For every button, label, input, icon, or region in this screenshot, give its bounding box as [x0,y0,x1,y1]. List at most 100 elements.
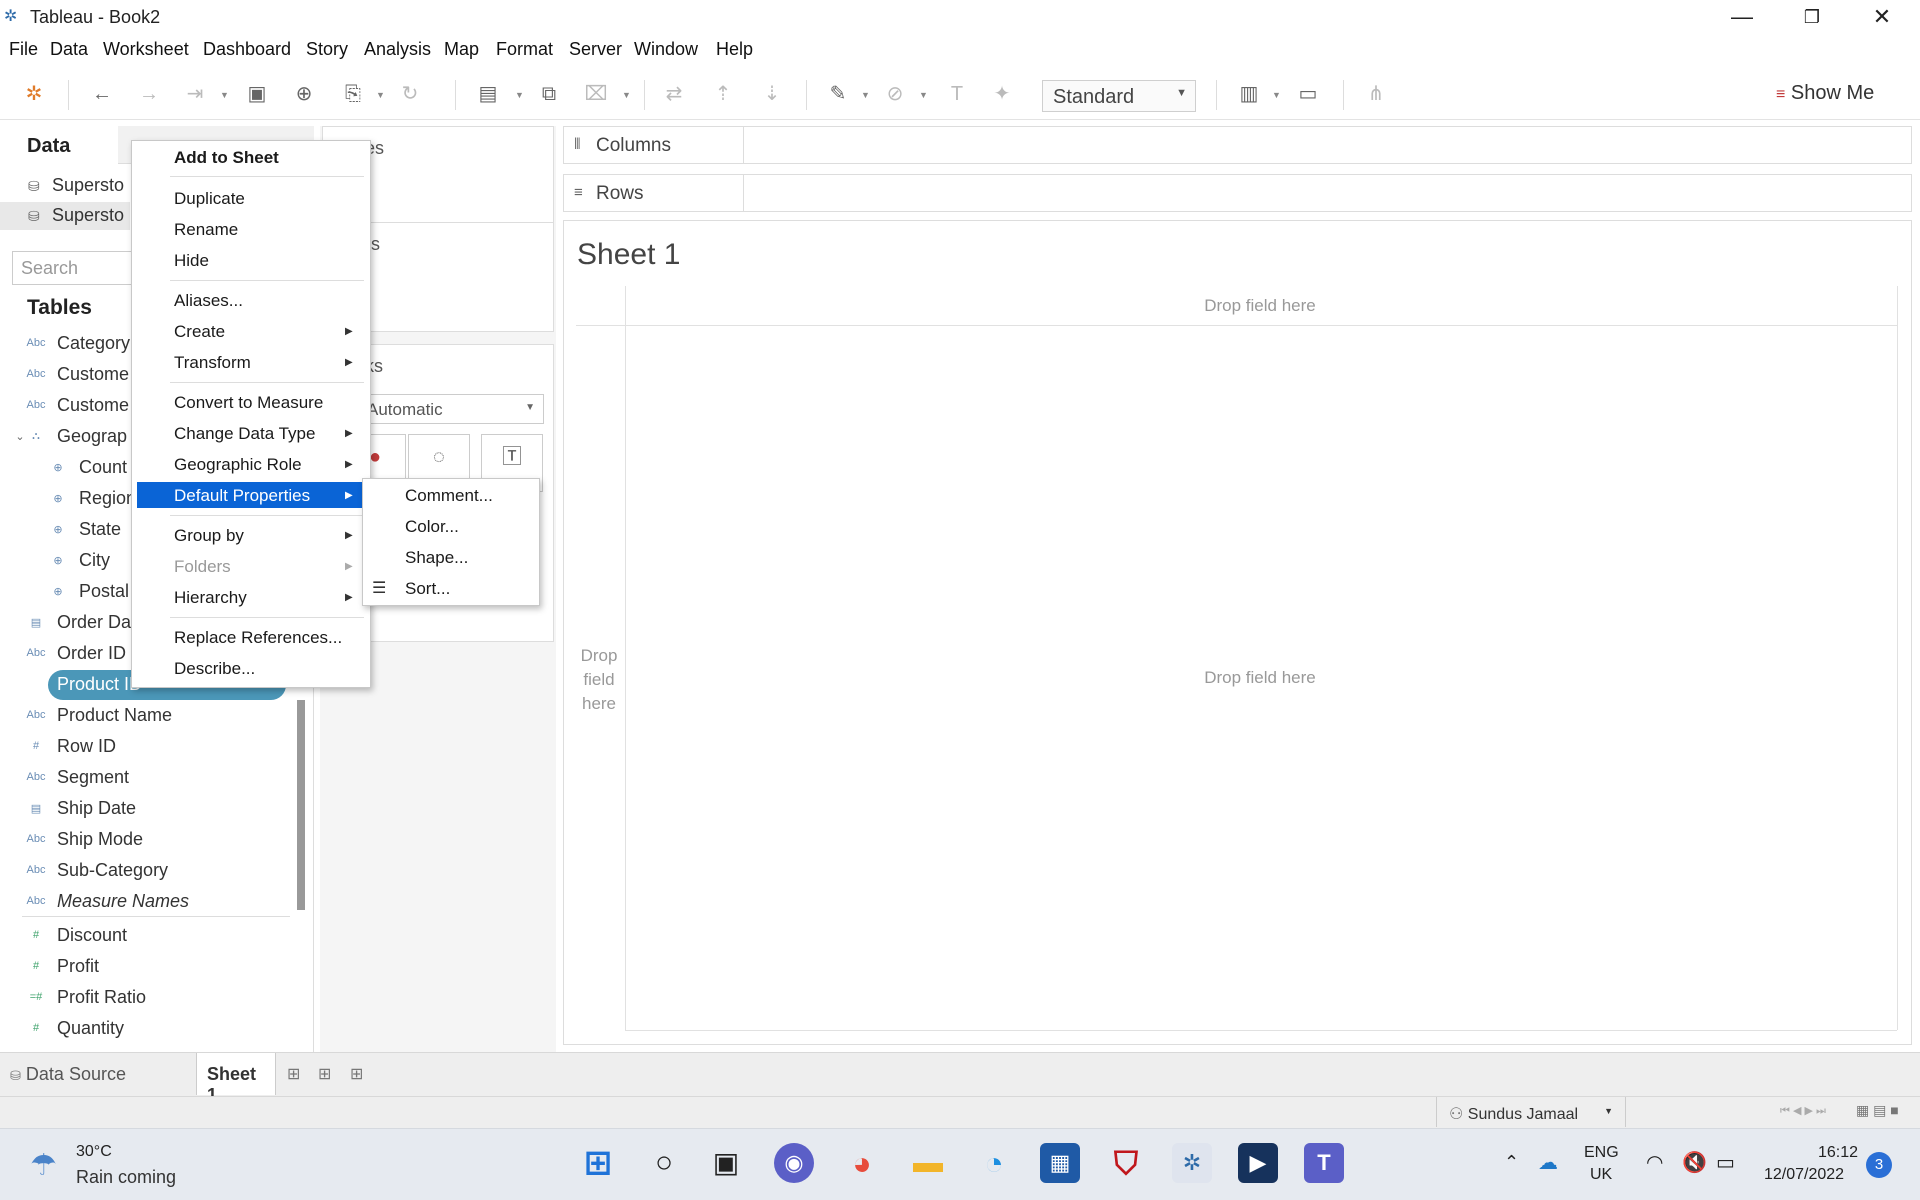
tableau-taskbar-icon[interactable]: ✲ [1172,1143,1212,1183]
datasource-item[interactable]: ⛁ Supersto [0,172,130,200]
replay-icon[interactable]: ⇥ [183,82,207,106]
weather-description[interactable]: Rain coming [76,1167,176,1188]
menu-item-create[interactable]: Create [174,322,225,350]
drop-zone-center[interactable]: Drop field here [1100,668,1420,688]
menu-dashboard[interactable]: Dashboard [203,39,291,60]
menu-help[interactable]: Help [716,39,753,60]
clear-sheet-icon[interactable]: ⌧ [584,82,608,106]
menu-analysis[interactable]: Analysis [364,39,431,60]
clock-time[interactable]: 16:12 [1818,1144,1858,1162]
submenu-item-shape[interactable]: Shape... [405,548,468,568]
submenu-item-color[interactable]: Color... [405,517,459,537]
menu-item-duplicate[interactable]: Duplicate [174,189,245,217]
sheet-title[interactable]: Sheet 1 [577,238,680,272]
minimize-button[interactable]: — [1712,0,1772,34]
clock-date[interactable]: 12/07/2022 [1764,1166,1844,1184]
group-icon[interactable]: ⊘ [883,82,907,106]
menu-item-hide[interactable]: Hide [174,251,209,279]
drop-zone-columns[interactable]: Drop field here [1100,296,1420,316]
wifi-icon[interactable]: ◠ [1646,1150,1663,1175]
pin-icon[interactable]: ✦ [990,82,1014,106]
search-icon[interactable]: ○ [644,1143,684,1183]
file-explorer-icon[interactable]: ▬ [908,1143,948,1183]
language-line-1[interactable]: ENG [1584,1144,1619,1162]
rows-shelf[interactable]: ≡ Rows [563,174,1912,212]
menu-item-geographic-role[interactable]: Geographic Role [174,455,302,483]
sort-descending-icon[interactable]: ⇣ [760,82,784,106]
menu-item-rename[interactable]: Rename [174,220,238,248]
columns-shelf[interactable]: ⦀ Columns [563,126,1912,164]
sheet-nav-icon[interactable]: ⏮ ◀ ▶ ⏭ [1780,1104,1826,1118]
onedrive-icon[interactable]: ☁ [1538,1150,1558,1175]
show-cards-icon[interactable]: ▥ [1237,82,1261,106]
new-worksheet-icon[interactable]: ▤ [476,82,500,106]
menu-server[interactable]: Server [569,39,622,60]
search-input[interactable]: Search [12,251,136,285]
tab-data-source[interactable]: ⛁ Data Source [10,1064,126,1085]
drop-zone-rows[interactable]: Drop field here [574,644,624,716]
menu-item-transform[interactable]: Transform [174,353,251,381]
presentation-mode-icon[interactable]: ▭ [1296,82,1320,106]
chrome-icon[interactable]: ◕ [842,1143,882,1183]
notification-badge[interactable]: 3 [1866,1152,1892,1178]
mcafee-icon[interactable]: ⛉ [1106,1143,1146,1183]
edge-icon[interactable]: ◔ [974,1143,1014,1183]
chat-icon[interactable]: ◉ [774,1143,814,1183]
menu-item-group-by[interactable]: Group by [174,526,244,554]
tab-data[interactable]: Data [0,126,118,164]
menu-item-aliases[interactable]: Aliases... [174,291,243,319]
chevron-up-icon[interactable]: ⌃ [1504,1152,1519,1173]
undo-icon[interactable]: ← [90,82,114,106]
data-pane-scrollbar[interactable] [297,700,305,910]
menu-map[interactable]: Map [444,39,479,60]
menu-item-add-to-sheet[interactable]: Add to Sheet [174,148,279,176]
menu-item-replace-references[interactable]: Replace References... [174,628,342,656]
submenu-item-sort[interactable]: Sort... [405,579,450,599]
menu-story[interactable]: Story [306,39,348,60]
highlight-icon[interactable]: ✎ [826,82,850,106]
new-worksheet-icon[interactable]: ⊞ [287,1064,300,1084]
start-icon[interactable]: ⊞ [578,1143,618,1183]
menu-item-describe[interactable]: Describe... [174,659,255,687]
menu-worksheet[interactable]: Worksheet [103,39,189,60]
fit-dropdown[interactable]: Standard ▼ [1042,80,1196,112]
restore-button[interactable]: ❐ [1782,0,1842,34]
menu-data[interactable]: Data [50,39,88,60]
labels-icon[interactable]: T [945,82,969,106]
teams-icon[interactable]: T [1304,1143,1344,1183]
new-datasource-icon[interactable]: ⊕ [292,82,316,106]
tab-sheet-1[interactable]: Sheet 1 [196,1053,276,1105]
redo-icon[interactable]: → [137,82,161,106]
pause-updates-icon[interactable]: ⎘ [341,82,365,106]
powerautomate-icon[interactable]: ▶ [1238,1143,1278,1183]
menu-file[interactable]: File [9,39,38,60]
save-icon[interactable]: ▣ [245,82,269,106]
datasource-item-selected[interactable]: ⛁ Supersto [0,202,130,230]
tableau-start-icon[interactable]: ✲ [22,82,46,106]
close-button[interactable]: ✕ [1852,0,1912,34]
menu-item-default-properties[interactable]: Default Properties [174,486,310,514]
menu-item-hierarchy[interactable]: Hierarchy [174,588,247,616]
task-view-icon[interactable]: ▣ [706,1143,746,1183]
store-icon[interactable]: ▦ [1040,1143,1080,1183]
menu-window[interactable]: Window [634,39,698,60]
language-line-2[interactable]: UK [1590,1166,1612,1184]
new-dashboard-icon[interactable]: ⊞ [318,1064,331,1084]
new-story-icon[interactable]: ⊞ [350,1064,363,1084]
user-menu[interactable]: ⚇ Sundus Jamaal ▼ [1436,1097,1626,1127]
submenu-item-comment[interactable]: Comment... [405,486,493,506]
volume-muted-icon[interactable]: 🔇 [1682,1150,1707,1175]
duplicate-sheet-icon[interactable]: ⧉ [537,82,561,106]
swap-icon[interactable]: ⇄ [662,82,686,106]
battery-icon[interactable]: ▭ [1716,1150,1735,1175]
sheet-sorter-icon[interactable]: ▦ ▤ ■ [1856,1102,1899,1119]
menu-format[interactable]: Format [496,39,553,60]
mark-type-dropdown[interactable]: Automatic ▼ [360,394,544,424]
refresh-icon[interactable]: ↻ [398,82,422,106]
weather-temperature[interactable]: 30°C [76,1143,112,1161]
share-icon[interactable]: ⋔ [1364,82,1388,106]
sort-ascending-icon[interactable]: ⇡ [711,82,735,106]
weather-icon[interactable]: ☂ [30,1148,57,1183]
menu-item-convert-to-measure[interactable]: Convert to Measure [174,393,323,421]
show-me-button[interactable]: ≡ Show Me [1776,82,1874,105]
